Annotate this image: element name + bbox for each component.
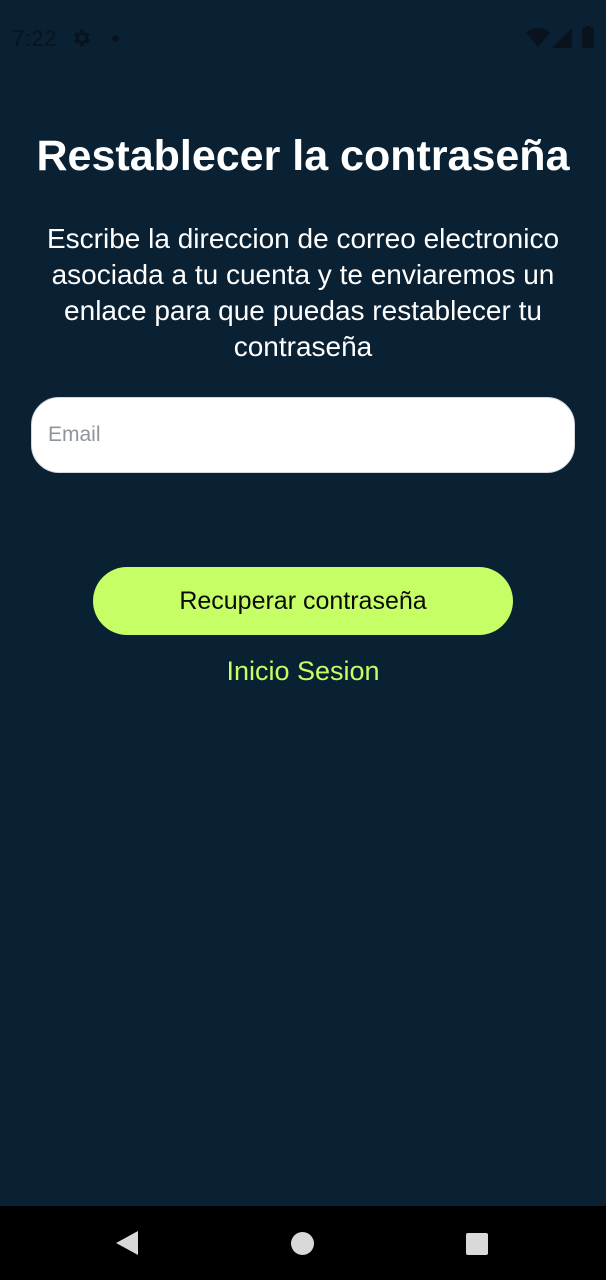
recents-icon[interactable] — [466, 1233, 488, 1255]
email-field[interactable] — [31, 397, 575, 473]
battery-icon — [582, 26, 594, 48]
notification-dot-icon — [112, 35, 119, 42]
home-icon[interactable] — [291, 1232, 314, 1255]
gear-icon — [74, 29, 90, 47]
status-time: 7:22 — [12, 26, 57, 51]
login-link[interactable]: Inicio Sesion — [0, 654, 606, 688]
page-title: Restablecer la contraseña — [36, 132, 570, 180]
back-icon[interactable] — [116, 1231, 138, 1255]
status-bar: 7:22 — [0, 0, 606, 76]
wifi-icon — [526, 28, 550, 47]
recover-password-button[interactable]: Recuperar contraseña — [93, 567, 513, 635]
signal-icon — [552, 28, 572, 48]
navigation-bar — [0, 1206, 606, 1280]
page-description: Escribe la direccion de correo electroni… — [46, 223, 560, 362]
